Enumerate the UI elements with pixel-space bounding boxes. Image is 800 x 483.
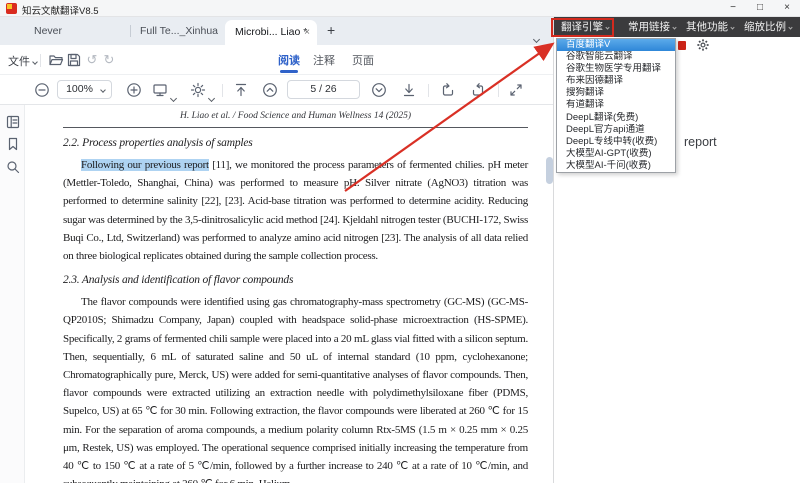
title-bar: 知云文献翻译V8.5 − □ × [0, 0, 800, 17]
toolbar-divider [40, 54, 41, 67]
app-title: 知云文献翻译V8.5 [22, 3, 99, 17]
toolbar-divider [498, 84, 499, 97]
engine-option-ai-gpt[interactable]: 大模型AI-GPT(收费) [557, 148, 675, 160]
annotation-red-box [551, 18, 614, 37]
engine-option-blind[interactable]: 布来因德翻译 [557, 75, 675, 87]
vertical-scrollbar-thumb[interactable] [546, 157, 553, 184]
tab-page-mode[interactable]: 页面 [352, 52, 374, 68]
undo-icon[interactable]: ↺ [84, 52, 100, 68]
main-toolbar: 文件 ↺ ↻ 阅读 注释 页面 [0, 45, 553, 75]
document-tab-bar: Never Full Te..._Xinhua Microbi... Liao … [0, 17, 553, 45]
zoom-in-icon[interactable] [126, 82, 142, 98]
section-heading-2-2: 2.2. Process properties analysis of samp… [63, 137, 528, 149]
gear-icon[interactable] [696, 38, 710, 52]
tab-separator [130, 25, 131, 37]
translate-engine-dropdown: 百度翻译V 谷歌智能云翻译 谷歌生物医学专用翻译 布来因德翻译 搜狗翻译 有道翻… [556, 38, 676, 173]
engine-option-deepl-paid[interactable]: DeepL专线中转(收费) [557, 136, 675, 148]
engine-option-google-cloud[interactable]: 谷歌智能云翻译 [557, 51, 675, 63]
go-to-top-icon[interactable] [233, 82, 249, 98]
thumbnails-panel-icon[interactable] [5, 114, 21, 130]
app-window: 知云文献翻译V8.5 − □ × Never Full Te..._Xinhua… [0, 0, 800, 483]
next-page-icon[interactable] [371, 82, 387, 98]
engine-option-deepl-api[interactable]: DeepL官方api通道 [557, 124, 675, 136]
file-menu[interactable]: 文件 [8, 53, 37, 69]
chevron-down-icon [730, 25, 734, 29]
fullscreen-expand-icon[interactable] [508, 82, 524, 98]
paragraph-text: [11], we monitored the process parameter… [63, 159, 528, 262]
close-window-button[interactable]: × [774, 0, 800, 17]
pdf-page: H. Liao et al. / Food Science and Human … [25, 105, 541, 483]
pdf-viewer: Never Full Te..._Xinhua Microbi... Liao … [0, 17, 553, 483]
chevron-down-icon [788, 25, 792, 29]
maximize-button[interactable]: □ [747, 0, 773, 17]
rotate-left-icon[interactable] [440, 82, 456, 98]
close-tab-icon[interactable]: × [304, 20, 310, 45]
active-tab-label: Microbi... Liao * [235, 26, 307, 38]
toolbar-divider [222, 84, 223, 97]
menu-common-links[interactable]: 常用链接 [628, 17, 676, 37]
chevron-down-icon[interactable] [171, 88, 176, 106]
redo-icon[interactable]: ↻ [101, 52, 117, 68]
menu-other-functions[interactable]: 其他功能 [686, 17, 734, 37]
engine-option-baidu[interactable]: 百度翻译V [557, 39, 675, 51]
chevron-down-icon [32, 59, 38, 65]
display-mode-icon[interactable] [152, 82, 168, 98]
page-number-input[interactable]: 5 / 26 [287, 80, 360, 99]
paragraph-flavor-compounds: The flavor compounds were identified usi… [63, 293, 528, 483]
translation-source-text: report [684, 135, 717, 149]
red-flag-icon[interactable] [678, 41, 686, 50]
tab-microbi-liao-active[interactable]: Microbi... Liao * × [225, 20, 317, 45]
bookmark-panel-icon[interactable] [5, 136, 21, 152]
rotate-right-icon[interactable] [470, 82, 486, 98]
chevron-down-icon [100, 87, 106, 93]
engine-option-sogou[interactable]: 搜狗翻译 [557, 87, 675, 99]
toolbar-divider [428, 84, 429, 97]
paper-running-header: H. Liao et al. / Food Science and Human … [63, 111, 528, 121]
header-rule [63, 127, 528, 128]
tab-never[interactable]: Never [34, 17, 62, 45]
section-heading-2-3: 2.3. Analysis and identification of flav… [63, 274, 528, 286]
document-area: H. Liao et al. / Food Science and Human … [0, 105, 553, 483]
engine-option-google-biomed[interactable]: 谷歌生物医学专用翻译 [557, 63, 675, 75]
save-icon[interactable] [66, 52, 82, 68]
tab-read-mode[interactable]: 阅读 [278, 52, 300, 68]
zoom-page-toolbar: 100% 5 / 26 [0, 75, 553, 105]
paragraph-process-properties: Following our previous report [11], we m… [63, 156, 528, 265]
engine-option-youdao[interactable]: 有道翻译 [557, 99, 675, 111]
minimize-button[interactable]: − [720, 0, 746, 17]
zoom-out-icon[interactable] [34, 82, 50, 98]
chevron-down-icon [672, 25, 676, 29]
zhiyun-logo-icon [6, 3, 17, 14]
chevron-down-icon[interactable] [209, 88, 214, 106]
selected-text-highlight: Following our previous report [81, 159, 209, 171]
menu-zoom-ratio[interactable]: 缩放比例 [744, 17, 792, 37]
search-icon[interactable] [5, 159, 21, 175]
go-to-bottom-icon[interactable] [401, 82, 417, 98]
engine-option-deepl-free[interactable]: DeepL翻译(免费) [557, 112, 675, 124]
brightness-icon[interactable] [190, 82, 206, 98]
tab-annotate-mode[interactable]: 注释 [313, 52, 335, 68]
new-tab-button[interactable]: + [327, 22, 335, 38]
engine-option-ai-qianwen[interactable]: 大模型AI-千问(收费) [557, 160, 675, 172]
open-file-icon[interactable] [48, 52, 64, 68]
previous-page-icon[interactable] [262, 82, 278, 98]
zoom-level-select[interactable]: 100% [57, 80, 112, 99]
sidebar-rail [0, 105, 25, 483]
tab-fulltext-xinhua[interactable]: Full Te..._Xinhua [140, 17, 218, 45]
